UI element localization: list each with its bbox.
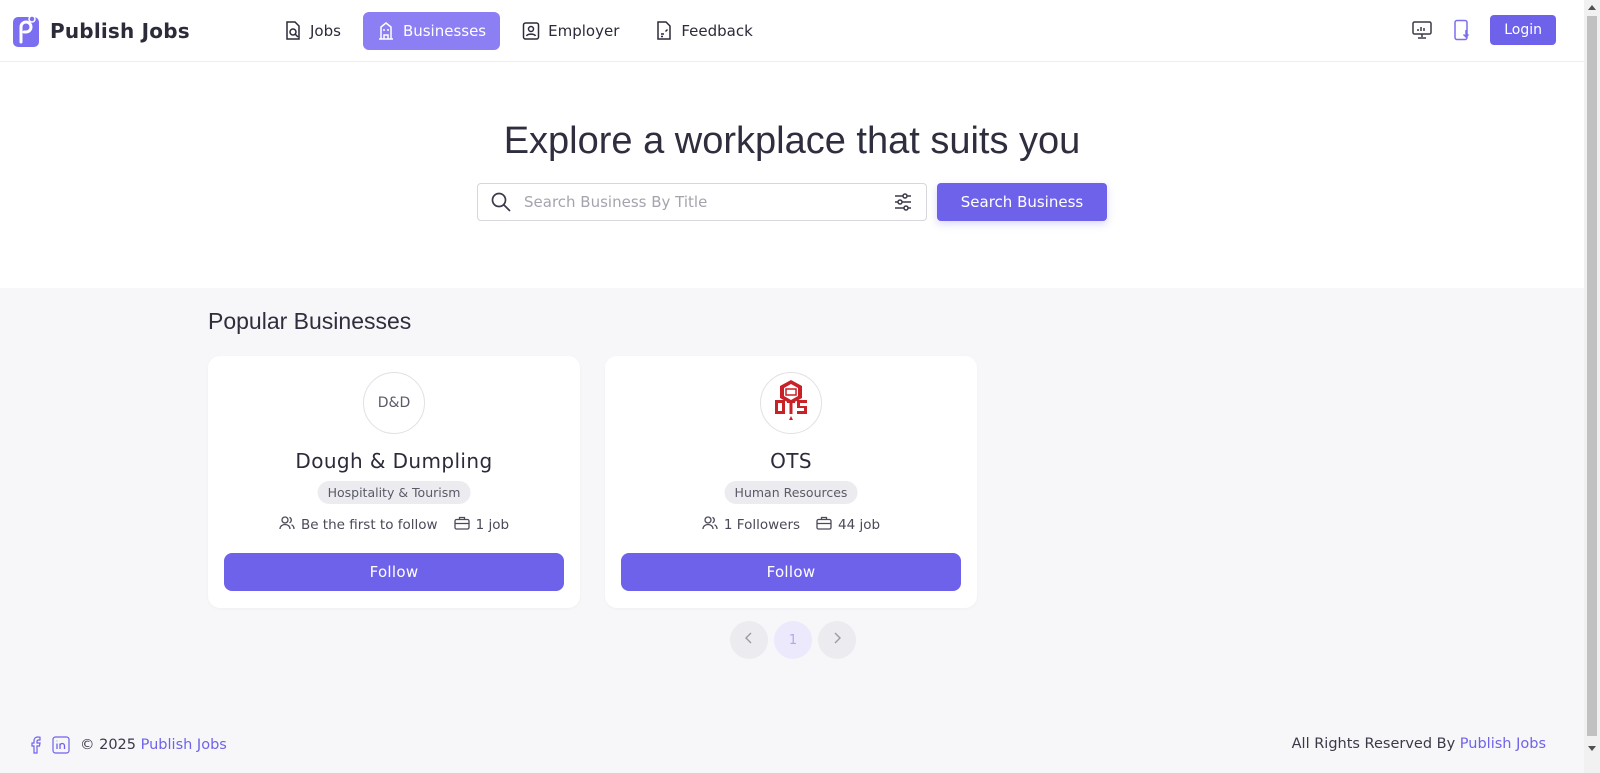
section-title: Popular Businesses <box>208 308 412 334</box>
scrollbar-thumb[interactable] <box>1587 16 1597 736</box>
main-nav: Jobs Businesses Employer Feedback <box>270 12 767 50</box>
briefcase-icon <box>453 516 470 534</box>
business-card[interactable]: D&D Dough & Dumpling Hospitality & Touri… <box>208 356 580 608</box>
nav-employer[interactable]: Employer <box>508 12 633 50</box>
scroll-up-arrow-icon[interactable] <box>1588 5 1596 10</box>
users-icon <box>279 516 295 534</box>
nav-feedback-label: Feedback <box>681 22 753 40</box>
hero-section: Explore a workplace that suits you Searc… <box>0 62 1584 288</box>
business-card[interactable]: OTS Human Resources 1 Followers 44 job F… <box>605 356 977 608</box>
nav-businesses-label: Businesses <box>402 22 487 40</box>
page-number-button[interactable]: 1 <box>774 621 812 659</box>
rights-link[interactable]: Publish Jobs <box>1460 736 1546 752</box>
nav-jobs-label: Jobs <box>310 22 341 40</box>
document-search-icon <box>284 21 302 41</box>
user-badge-icon <box>522 21 540 41</box>
business-avatar <box>760 372 822 434</box>
followers-text: Be the first to follow <box>300 517 438 533</box>
mobile-download-icon[interactable] <box>1450 15 1474 45</box>
followers-stat: 1 Followers <box>702 516 800 534</box>
jobs-text: 1 job <box>475 517 510 533</box>
search-box <box>477 183 927 221</box>
chevron-right-icon <box>832 632 842 648</box>
briefcase-icon <box>816 516 832 534</box>
prev-page-button[interactable] <box>730 621 768 659</box>
business-stats: Be the first to follow 1 job <box>208 516 580 534</box>
search-icon <box>478 192 524 212</box>
business-name[interactable]: Dough & Dumpling <box>208 449 580 473</box>
followers-text: 1 Followers <box>723 517 801 533</box>
brand[interactable]: Publish Jobs <box>12 14 190 48</box>
building-icon <box>377 21 395 41</box>
nav-jobs[interactable]: Jobs <box>270 12 355 50</box>
publish-jobs-logo-icon <box>12 14 40 48</box>
nav-employer-label: Employer <box>548 22 620 40</box>
footer-left: © 2025 Publish Jobs <box>28 736 227 754</box>
search-input[interactable] <box>524 193 880 211</box>
app-name: Publish Jobs <box>50 19 190 43</box>
category-badge: Human Resources <box>724 481 858 504</box>
filter-sliders-icon[interactable] <box>880 192 926 212</box>
jobs-text: 44 job <box>838 517 881 533</box>
facebook-icon[interactable] <box>28 736 42 754</box>
rights-prefix: All Rights Reserved By <box>1291 736 1456 752</box>
nav-feedback[interactable]: Feedback <box>641 12 766 50</box>
followers-stat: Be the first to follow <box>279 516 438 534</box>
popular-businesses-section: Popular Businesses D&D Dough & Dumpling … <box>0 288 1584 773</box>
jobs-stat: 1 job <box>453 516 510 534</box>
business-avatar: D&D <box>363 372 425 434</box>
jobs-stat: 44 job <box>816 516 880 534</box>
footer-rights: All Rights Reserved By Publish Jobs <box>1292 736 1546 752</box>
pagination: 1 <box>730 621 856 659</box>
hero-title: Explore a workplace that suits you <box>503 120 1081 162</box>
copyright-text: © 2025 Publish Jobs <box>80 737 227 753</box>
feedback-document-icon <box>655 21 673 41</box>
follow-button[interactable]: Follow <box>621 553 961 591</box>
business-stats: 1 Followers 44 job <box>605 516 977 534</box>
chevron-left-icon <box>744 632 754 648</box>
login-button[interactable]: Login <box>1490 15 1556 45</box>
copyright-prefix: © 2025 <box>80 737 137 753</box>
category-badge: Hospitality & Tourism <box>317 481 471 504</box>
scroll-down-arrow-icon[interactable] <box>1588 746 1596 751</box>
copyright-link[interactable]: Publish Jobs <box>141 737 227 753</box>
monitor-icon[interactable] <box>1410 15 1434 45</box>
next-page-button[interactable] <box>818 621 856 659</box>
business-name[interactable]: OTS <box>605 449 977 473</box>
header-actions: Login <box>1410 15 1556 45</box>
nav-businesses[interactable]: Businesses <box>362 12 501 50</box>
search-business-button[interactable]: Search Business <box>937 183 1107 221</box>
linkedin-icon[interactable] <box>52 736 70 754</box>
ots-logo-icon <box>766 376 816 430</box>
users-icon <box>702 516 718 534</box>
top-header: Publish Jobs Jobs Businesses Employer Fe… <box>0 0 1584 62</box>
follow-button[interactable]: Follow <box>224 553 564 591</box>
vertical-scrollbar[interactable] <box>1584 0 1600 773</box>
